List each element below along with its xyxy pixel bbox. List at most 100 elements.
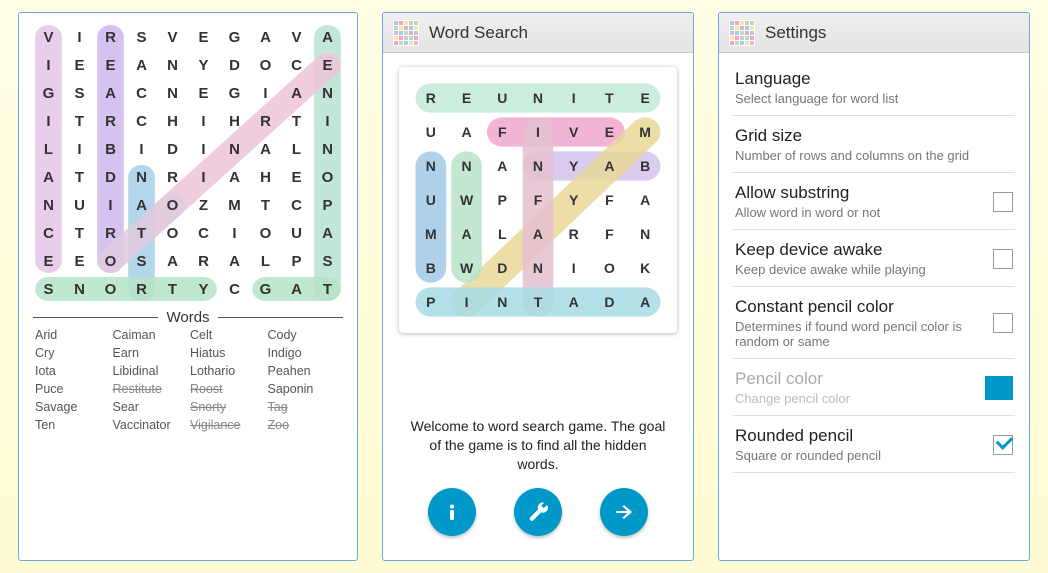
- grid-cell: S: [126, 247, 157, 275]
- grid-cell: G: [219, 79, 250, 107]
- grid-cell: O: [592, 251, 628, 285]
- arrow-right-icon: [612, 500, 636, 524]
- grid-cell: T: [126, 219, 157, 247]
- setting-subtitle: Determines if found word pencil color is…: [735, 319, 983, 349]
- setting-row[interactable]: Keep device awakeKeep device awake while…: [733, 230, 1015, 287]
- words-title: Words: [166, 309, 209, 326]
- setting-title: Language: [735, 69, 1013, 89]
- setting-row[interactable]: LanguageSelect language for word list: [733, 59, 1015, 116]
- grid-cell: N: [627, 217, 663, 251]
- word-item: Savage: [35, 400, 109, 414]
- grid-cell: E: [592, 115, 628, 149]
- grid-cell: F: [484, 115, 520, 149]
- word-item: Hiatus: [190, 346, 264, 360]
- grid-cell: D: [484, 251, 520, 285]
- grid-cell: F: [592, 183, 628, 217]
- grid-cell: A: [592, 149, 628, 183]
- grid-cell: V: [157, 23, 188, 51]
- setting-row[interactable]: Allow substringAllow word in word or not: [733, 173, 1015, 230]
- grid-cell: A: [219, 163, 250, 191]
- grid-cell: B: [413, 251, 449, 285]
- letter-grid[interactable]: VIRSVEGAVAIEEANYDOCEGSACNEGIANITRCHIHRTI…: [33, 23, 343, 303]
- grid-cell: S: [312, 247, 343, 275]
- grid-cell: H: [157, 107, 188, 135]
- grid-cell: N: [33, 191, 64, 219]
- grid-cell: R: [95, 23, 126, 51]
- grid-cell: I: [250, 79, 281, 107]
- word-item: Zoo: [268, 418, 342, 432]
- grid-cell: A: [33, 163, 64, 191]
- setting-subtitle: Number of rows and columns on the grid: [735, 148, 1013, 163]
- grid-cell: N: [312, 135, 343, 163]
- grid-cell: N: [157, 79, 188, 107]
- color-swatch[interactable]: [985, 376, 1013, 400]
- grid-cell: T: [64, 107, 95, 135]
- grid-cell: A: [281, 79, 312, 107]
- grid-cell: O: [157, 219, 188, 247]
- grid-cell: E: [64, 247, 95, 275]
- game-panel: VIRSVEGAVAIEEANYDOCEGSACNEGIANITRCHIHRTI…: [18, 12, 358, 561]
- setting-title: Grid size: [735, 126, 1013, 146]
- welcome-text: Welcome to word search game. The goal of…: [399, 401, 677, 478]
- grid-cell: D: [95, 163, 126, 191]
- grid-cell: E: [627, 81, 663, 115]
- grid-cell: M: [413, 217, 449, 251]
- checkbox[interactable]: [993, 192, 1013, 212]
- grid-cell: E: [312, 51, 343, 79]
- grid-cell: G: [33, 79, 64, 107]
- action-row: [399, 478, 677, 548]
- setting-row[interactable]: Grid size Number of rows and columns on t…: [733, 116, 1015, 173]
- grid-cell: U: [64, 191, 95, 219]
- word-item: Vaccinator: [113, 418, 187, 432]
- preview-grid: REUNITEUAFIVEMNNANYABUWPFYFAMALARFNBWDNI…: [413, 81, 663, 319]
- grid-cell: N: [449, 149, 485, 183]
- grid-cell: Y: [188, 275, 219, 303]
- settings-button[interactable]: [514, 488, 562, 536]
- grid-cell: I: [219, 219, 250, 247]
- grid-cell: R: [157, 163, 188, 191]
- grid-cell: A: [449, 115, 485, 149]
- grid-cell: E: [449, 81, 485, 115]
- grid-cell: I: [95, 191, 126, 219]
- title-bar: Settings: [719, 13, 1029, 53]
- grid-cell: P: [281, 247, 312, 275]
- words-header: Words: [33, 309, 343, 326]
- grid-cell: U: [484, 81, 520, 115]
- grid-cell: A: [312, 219, 343, 247]
- grid-cell: T: [592, 81, 628, 115]
- info-button[interactable]: [428, 488, 476, 536]
- word-item: Tag: [268, 400, 342, 414]
- grid-cell: R: [413, 81, 449, 115]
- grid-cell: S: [126, 23, 157, 51]
- grid-cell: E: [281, 163, 312, 191]
- checkbox[interactable]: [993, 249, 1013, 269]
- word-item: Restitute: [113, 382, 187, 396]
- checkbox[interactable]: [993, 435, 1013, 455]
- setting-row[interactable]: Constant pencil colorDetermines if found…: [733, 287, 1015, 359]
- checkbox[interactable]: [993, 313, 1013, 333]
- grid-cell: O: [312, 163, 343, 191]
- settings-title: Settings: [765, 23, 826, 43]
- grid-cell: R: [250, 107, 281, 135]
- play-button[interactable]: [600, 488, 648, 536]
- grid-cell: A: [484, 149, 520, 183]
- grid-cell: A: [627, 183, 663, 217]
- grid-cell: I: [33, 107, 64, 135]
- grid-cell: I: [64, 135, 95, 163]
- grid-cell: C: [219, 275, 250, 303]
- grid-cell: Y: [556, 149, 592, 183]
- setting-row[interactable]: Rounded pencilSquare or rounded pencil: [733, 416, 1015, 473]
- grid-cell: A: [250, 135, 281, 163]
- grid-cell: I: [556, 81, 592, 115]
- word-item: Snorty: [190, 400, 264, 414]
- grid-cell: K: [627, 251, 663, 285]
- grid-cell: G: [219, 23, 250, 51]
- grid-cell: C: [126, 107, 157, 135]
- grid-cell: L: [281, 135, 312, 163]
- grid-cell: V: [33, 23, 64, 51]
- setting-row[interactable]: Pencil colorChange pencil color: [733, 359, 1015, 416]
- word-item: Indigo: [268, 346, 342, 360]
- word-item: Iota: [35, 364, 109, 378]
- grid-cell: U: [281, 219, 312, 247]
- grid-cell: M: [627, 115, 663, 149]
